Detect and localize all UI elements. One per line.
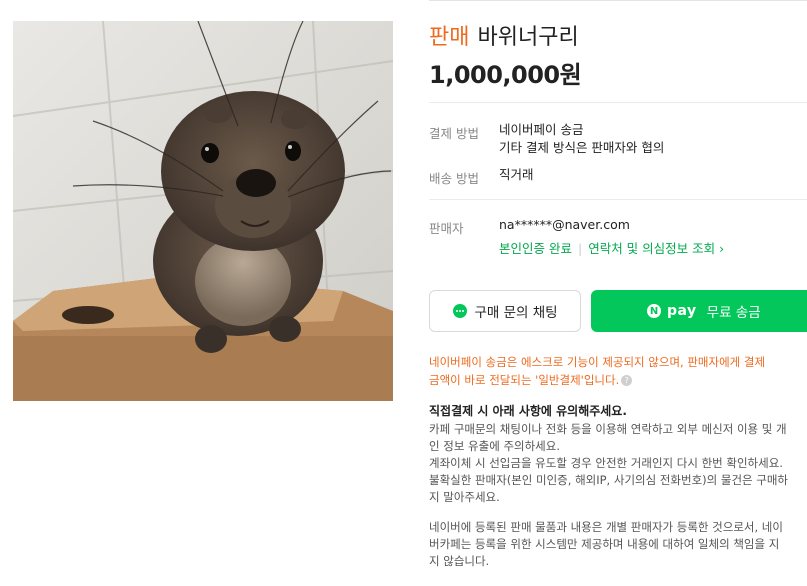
delivery-method-value: 직거래 xyxy=(499,167,534,182)
purchase-chat-button[interactable]: 구매 문의 채팅 xyxy=(429,290,581,332)
warning-line: 카페 구매문의 채팅이나 전화 등을 이용해 연락하고 외부 메신저 이용 및 … xyxy=(429,422,787,436)
chat-button-label: 구매 문의 채팅 xyxy=(474,305,558,321)
payment-method-value: 네이버페이 송금 기타 결제 방식은 판매자와 협의 xyxy=(499,121,664,157)
disclaimer-line: 지 않습니다. xyxy=(429,554,490,568)
npay-notice: 네이버페이 송금은 에스크로 기능이 제공되지 않으며, 판매자에게 결제 금액… xyxy=(429,353,807,389)
sale-status-tag: 판매 xyxy=(429,25,470,50)
help-icon[interactable]: ? xyxy=(621,375,633,386)
contact-check-link[interactable]: 연락처 및 의심정보 조회 › xyxy=(588,241,724,256)
verified-badge: 본인인증 완료 xyxy=(499,241,572,256)
warning-line: 계좌이체 시 선입금을 유도할 경우 안전한 거래인지 다시 한번 확인하세요. xyxy=(429,456,783,470)
notice-line: 네이버페이 송금은 에스크로 기능이 제공되지 않으며, 판매자에게 결제 xyxy=(429,355,766,369)
product-name: 바위너구리 xyxy=(477,25,579,50)
warning-line: 지 말아주세요. xyxy=(429,490,500,504)
npay-brand: pay xyxy=(667,303,697,319)
npay-n-icon: N xyxy=(647,304,661,318)
divider xyxy=(429,102,807,103)
disclaimer-line: 네이버에 등록된 판매 물품과 내용은 개별 판매자가 등록한 것으로서, 네이 xyxy=(429,520,783,534)
chevron-right-icon: › xyxy=(719,241,725,256)
top-divider xyxy=(429,0,807,1)
product-photo[interactable] xyxy=(13,21,393,401)
seller-label: 판매자 xyxy=(429,221,464,236)
payment-line-other: 기타 결제 방식은 판매자와 협의 xyxy=(499,140,665,155)
warning-title: 직접결제 시 아래 사항에 유의해주세요. xyxy=(429,404,627,418)
warning-line: 인 정보 유출에 주의하세요. xyxy=(429,439,561,453)
warning-line: 불확실한 판매자(본인 미인증, 해외IP, 사기의심 전화번호)의 물건은 구… xyxy=(429,473,789,487)
notice-line: 금액이 바로 전달되는 '일반결제'입니다. xyxy=(429,373,620,387)
seller-email: na******@naver.com xyxy=(499,217,630,232)
payment-method-label: 결제 방법 xyxy=(429,126,479,141)
payment-line-npay: 네이버페이 송금 xyxy=(499,122,584,137)
product-title: 판매 바위너구리 xyxy=(429,23,579,53)
disclaimer-line: 버카페는 등록을 위한 시스템만 제공하며 내용에 대하여 일체의 책임을 지 xyxy=(429,537,780,551)
chat-bubble-icon xyxy=(453,304,468,318)
npay-transfer-button[interactable]: N pay 무료 송금 xyxy=(591,290,807,332)
seller-verification: 본인인증 완료 | 연락처 및 의심정보 조회 › xyxy=(499,240,724,258)
disclaimer: 네이버에 등록된 판매 물품과 내용은 개별 판매자가 등록한 것으로서, 네이… xyxy=(429,519,807,570)
separator: | xyxy=(577,241,583,256)
divider xyxy=(429,199,807,200)
delivery-method-label: 배송 방법 xyxy=(429,171,479,186)
hyrax-image xyxy=(13,21,393,401)
warning-body: 카페 구매문의 채팅이나 전화 등을 이용해 연락하고 외부 메신저 이용 및 … xyxy=(429,421,807,506)
product-price: 1,000,000원 xyxy=(429,61,582,89)
pay-button-label: 무료 송금 xyxy=(706,305,761,321)
